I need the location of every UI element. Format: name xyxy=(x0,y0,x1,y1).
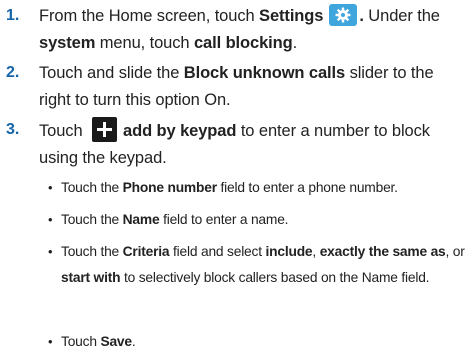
list-item-text: Touch the Name field to enter a name. xyxy=(61,207,466,233)
list-item-text: Touch the Phone number field to enter a … xyxy=(61,175,466,201)
list-item-text: Touch the Criteria field and select incl… xyxy=(61,239,466,291)
bullet-glyph: • xyxy=(48,244,53,259)
system-term: system xyxy=(39,33,96,52)
list-item-segment: field to enter a name. xyxy=(159,212,289,227)
step-text-segment: Touch and slide the xyxy=(39,64,184,82)
bullet-glyph: • xyxy=(48,180,53,195)
name-term: Name xyxy=(122,212,160,227)
settings-gear-icon xyxy=(329,4,358,26)
bullet-glyph: • xyxy=(48,334,53,349)
bullet-glyph: • xyxy=(48,212,53,227)
list-item-segment: Touch the xyxy=(61,244,123,259)
list-item-segment: Touch the xyxy=(61,180,123,195)
list-item-segment: , xyxy=(312,244,320,259)
step-text-segment: . xyxy=(292,33,298,52)
phone-number-term: Phone number xyxy=(122,180,217,195)
list-item-segment: , or xyxy=(445,244,465,259)
step-text: Touch and slide the Block unknown calls … xyxy=(39,60,465,113)
list-item-segment: Touch the xyxy=(61,212,123,227)
step-text: From the Home screen, touch Settings. Un… xyxy=(39,3,465,56)
add-plus-icon xyxy=(92,117,118,142)
add-by-keypad-term: add by keypad xyxy=(123,122,237,140)
save-term: Save xyxy=(100,334,132,349)
list-item-segment: to selectively block callers based on th… xyxy=(120,270,430,285)
step-number: 3. xyxy=(6,121,20,138)
step-text-segment: menu, touch xyxy=(95,33,194,52)
list-item-segment: field and select xyxy=(169,244,266,259)
exactly-the-same-as-term: exactly the same as xyxy=(319,244,446,259)
instruction-document: 1. From the Home screen, touch Settings.… xyxy=(0,0,471,361)
list-item-segment: . xyxy=(131,334,136,349)
step-text-segment: Under the xyxy=(363,7,440,25)
step-text-segment: From the Home screen, touch xyxy=(39,7,260,25)
settings-term: Settings xyxy=(259,7,324,25)
start-with-term: start with xyxy=(61,270,121,285)
list-item-segment: field to enter a phone number. xyxy=(216,180,398,195)
step-text-segment: Touch xyxy=(39,122,88,140)
call-blocking-term: call blocking xyxy=(193,33,293,52)
step-text: Touch add by keypad to enter a number to… xyxy=(39,117,465,171)
list-item-text: Touch Save. xyxy=(61,329,466,355)
list-item-segment: Touch xyxy=(61,334,101,349)
step-number: 2. xyxy=(6,64,20,81)
step-number: 1. xyxy=(6,7,20,24)
block-unknown-calls-term: Block unknown calls xyxy=(183,64,346,82)
criteria-term: Criteria xyxy=(122,244,170,259)
include-term: include xyxy=(265,244,313,259)
